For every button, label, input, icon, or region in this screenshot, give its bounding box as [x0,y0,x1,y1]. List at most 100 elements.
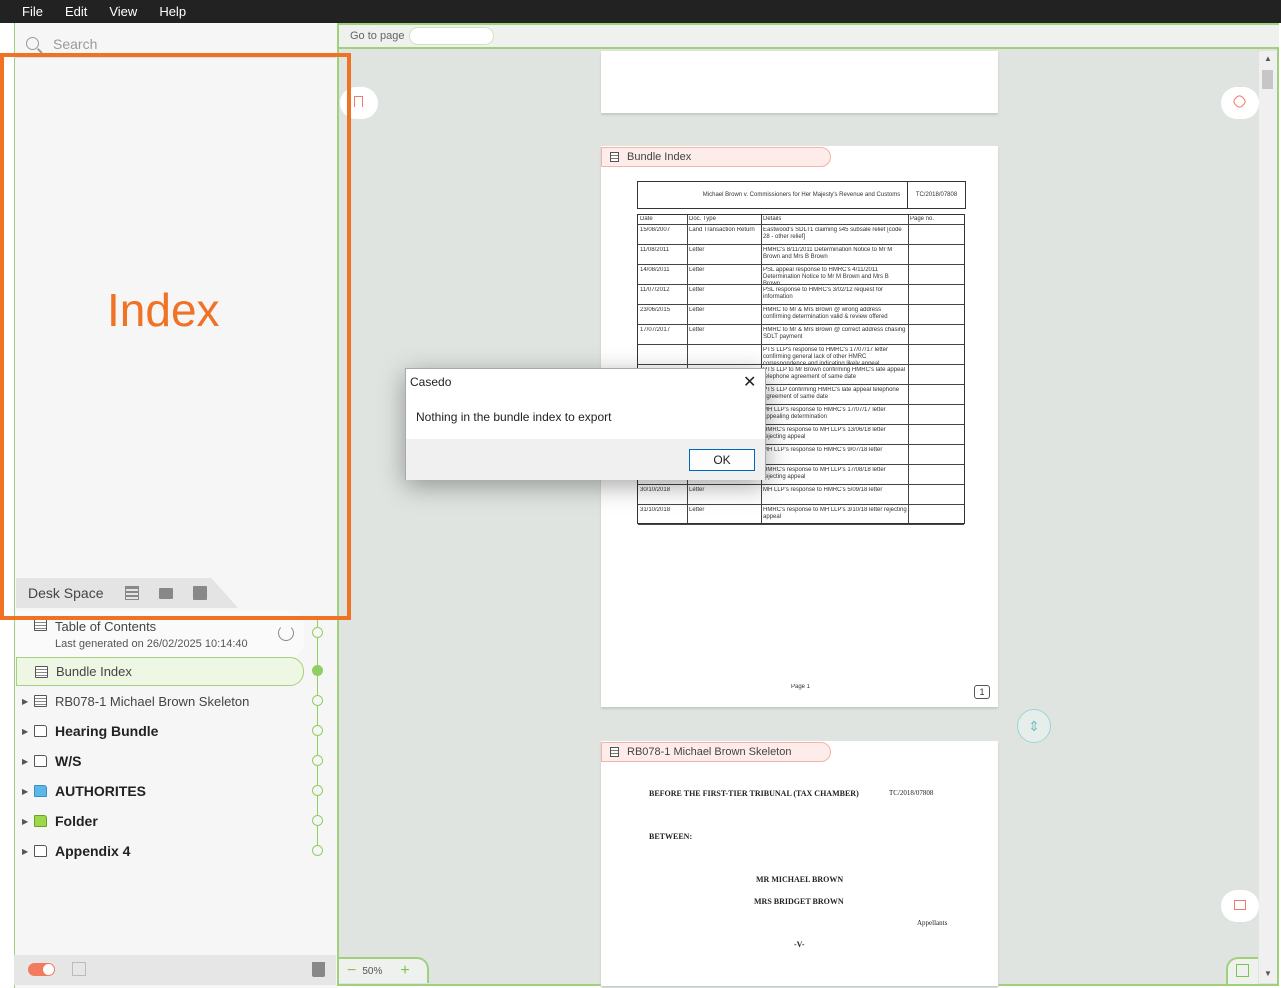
tree-node-selected [312,665,323,676]
tree-item-folder[interactable]: ▶ Folder [16,811,304,831]
split-icon[interactable]: ⇕ [1017,709,1051,743]
folder-icon [34,725,47,737]
page-tab-label: RB078-1 Michael Brown Skeleton [627,746,792,758]
goto-page-bar: Go to page [339,25,1279,49]
dialog-title: Casedo [410,375,452,389]
comment-icon [1234,900,1246,910]
vertical-scrollbar[interactable] [1259,51,1277,983]
tree-node [312,785,323,796]
document-view-icon[interactable] [193,586,208,600]
scan-cell: HMRC to Mr & Mrs Brown @ wrong address c… [763,307,888,320]
scan-cell: Letter [689,307,705,313]
document-icon [610,152,619,162]
menu-edit[interactable]: Edit [65,4,87,19]
tree-node [312,695,323,706]
previous-page [601,51,998,113]
dialog-message: Nothing in the bundle index to export [416,410,612,424]
scan-cell: Eastwood's SDLT1 claiming s45 subsale re… [763,227,902,240]
scan-cell: Letter [689,327,705,333]
toc-last-generated: Last generated on 26/02/2025 10:14:40 [55,638,248,650]
scan-cell [640,347,686,364]
tree-item-label: RB078-1 Michael Brown Skeleton [55,693,250,709]
desk-space-tab[interactable]: Desk Space [28,585,103,601]
skeleton-versus: -V- [794,940,805,949]
tree-item-skeleton[interactable]: ▶ RB078-1 Michael Brown Skeleton [16,691,304,711]
export-icon[interactable] [72,962,86,976]
tree-item-bundle-index[interactable]: Bundle Index [16,657,304,686]
page-tab-label: Bundle Index [627,151,692,163]
scan-cell: 11/07/2012 [640,287,670,293]
folder-icon [34,755,47,767]
menu-view[interactable]: View [109,4,137,19]
document-icon [610,747,619,757]
scroll-up-icon[interactable]: ▲ [1264,54,1272,63]
refresh-icon[interactable] [278,625,294,641]
scan-cell: PSL response to HMRC's 3/02/12 request f… [763,287,883,300]
ok-button[interactable]: OK [689,449,755,471]
list-view-icon[interactable] [125,586,140,600]
scan-cell: PTS LLP confirming HMRC's late appeal te… [763,387,900,400]
scan-cell: 30/10/2018 [640,487,671,493]
scroll-thumb[interactable] [1262,70,1273,89]
zoom-in-icon[interactable]: + [400,962,409,980]
expand-arrow-icon[interactable]: ▶ [22,757,30,766]
tree-node [312,725,323,736]
toc-label: Table of Contents [55,619,157,634]
scan-cell: HMRC's response to MH LLP's 17/08/18 let… [763,467,886,480]
scan-cell: 11/08/2011 [640,247,670,253]
scan-cell: Letter [689,287,705,293]
page-tab-bundle-index[interactable]: Bundle Index [601,147,831,167]
scan-cell: MH LLP's response to HMRC's 9/07/18 lett… [763,447,883,453]
scan-cell: 23/06/2015 [640,307,671,313]
folder-view-icon[interactable] [159,587,174,599]
scan-cell: 31/10/2018 [640,507,671,513]
skeleton-role: Appellants [917,919,948,927]
skeleton-ref: TC/2018/07808 [889,789,934,797]
scan-cell: 15/08/2007 [640,227,671,233]
scan-column-header: Date [640,216,653,222]
tree-item-hearing-bundle[interactable]: ▶ Hearing Bundle [16,721,304,741]
menu-file[interactable]: File [22,4,43,19]
scan-ref: TC/2018/07808 [907,182,965,208]
search-bar[interactable]: Search [14,30,336,58]
close-icon[interactable]: ✕ [743,372,756,392]
tree-item-label: AUTHORITES [55,783,146,799]
goto-page-input[interactable] [409,27,495,45]
search-input[interactable]: Search [53,36,97,52]
scan-cell: HMRC's response to MH LLP's 3/10/18 lett… [763,507,907,520]
tree-node [312,845,323,856]
scan-title-box: Michael Brown v. Commissioners for Her M… [637,181,966,209]
add-page-button[interactable] [1226,957,1258,984]
expand-arrow-icon[interactable]: ▶ [22,817,30,826]
tree-item-label: Bundle Index [56,664,132,679]
zoom-out-icon[interactable]: − [347,962,356,980]
index-overlay-label: Index [107,284,220,336]
expand-arrow-icon[interactable]: ▶ [22,787,30,796]
document-icon [35,665,48,678]
toggle-switch[interactable] [28,963,55,976]
scan-title: Michael Brown v. Commissioners for Her M… [702,192,901,198]
page-tab-skeleton[interactable]: RB078-1 Michael Brown Skeleton [601,742,831,762]
expand-arrow-icon[interactable]: ▶ [22,847,30,856]
zoom-level[interactable]: 50% [362,966,382,977]
scan-cell: 14/08/2011 [640,267,670,273]
blue-folder-icon [34,785,47,797]
tree-item-authorites[interactable]: ▶ AUTHORITES [16,781,304,801]
tree-item-appendix-4[interactable]: ▶ Appendix 4 [16,841,304,861]
tree-item-label: Appendix 4 [55,843,131,859]
trash-icon[interactable] [312,962,325,977]
scroll-down-icon[interactable]: ▼ [1264,969,1272,978]
menu-bar: File Edit View Help [0,0,1281,23]
message-dialog: Casedo ✕ Nothing in the bundle index to … [405,368,766,480]
tree-item-table-of-contents[interactable]: Table of Contents Last generated on 26/0… [16,611,304,657]
scan-cell: PTS LLP to Mr Brown confirming HMRC's la… [763,367,906,380]
tree-item-ws[interactable]: ▶ W/S [16,751,304,771]
skeleton-heading: BEFORE THE FIRST-TIER TRIBUNAL (TAX CHAM… [649,789,859,798]
menu-help[interactable]: Help [159,4,186,19]
skeleton-between: BETWEEN: [649,832,693,841]
expand-arrow-icon[interactable]: ▶ [22,727,30,736]
skeleton-party-2: MRS BRIDGET BROWN [754,897,844,906]
expand-arrow-icon[interactable]: ▶ [22,697,30,706]
scan-column-header: Page no. [910,216,935,222]
scan-cell: Land Transaction Return [689,227,755,233]
